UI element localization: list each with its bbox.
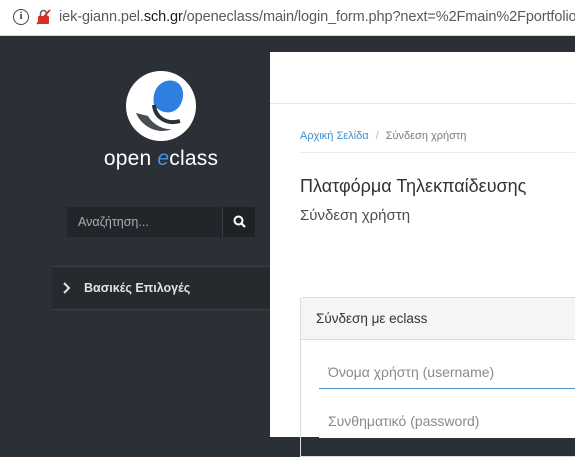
- breadcrumb: Αρχική Σελίδα / Σύνδεση χρήστη: [300, 130, 466, 142]
- search-input[interactable]: [67, 207, 222, 237]
- breadcrumb-current: Σύνδεση χρήστη: [385, 130, 467, 142]
- insecure-lock-icon[interactable]: [35, 8, 53, 26]
- header-divider: [270, 103, 575, 104]
- breadcrumb-separator: /: [375, 130, 379, 142]
- sidebar-item-label: Βασικές Επιλογές: [84, 281, 191, 295]
- search-button[interactable]: [222, 207, 255, 237]
- info-icon[interactable]: i: [13, 9, 29, 25]
- page-subtitle: Σύνδεση χρήστη: [300, 207, 411, 224]
- sidebar-item-basic-options[interactable]: Βασικές Επιλογές: [52, 266, 270, 310]
- logo-text[interactable]: open eclass: [52, 147, 270, 171]
- open-eclass-logo[interactable]: [124, 69, 198, 143]
- url-text[interactable]: iek-giann.pel.sch.gr/openeclass/main/log…: [59, 9, 575, 25]
- address-bar[interactable]: i iek-giann.pel.sch.gr/openeclass/main/l…: [0, 0, 575, 36]
- username-field[interactable]: [319, 355, 575, 389]
- search-icon: [233, 215, 246, 228]
- sidebar: open eclass Βασικές Επιλογές: [52, 37, 270, 437]
- page-title: Πλατφόρμα Τηλεκπαίδευσης: [300, 176, 527, 196]
- page: open eclass Βασικές Επιλογές Αρχική Σελί…: [0, 37, 575, 457]
- login-panel-header: Σύνδεση με eclass: [301, 298, 575, 340]
- search-box: [67, 207, 255, 237]
- login-panel-title: Σύνδεση με eclass: [316, 311, 428, 326]
- breadcrumb-divider: [300, 152, 575, 153]
- login-panel: Σύνδεση με eclass: [300, 297, 575, 457]
- main-content: Αρχική Σελίδα / Σύνδεση χρήστη Πλατφόρμα Τ…: [270, 52, 575, 457]
- chevron-right-icon: [63, 282, 71, 294]
- breadcrumb-home-link[interactable]: Αρχική Σελίδα: [300, 130, 369, 142]
- password-field[interactable]: [319, 404, 575, 438]
